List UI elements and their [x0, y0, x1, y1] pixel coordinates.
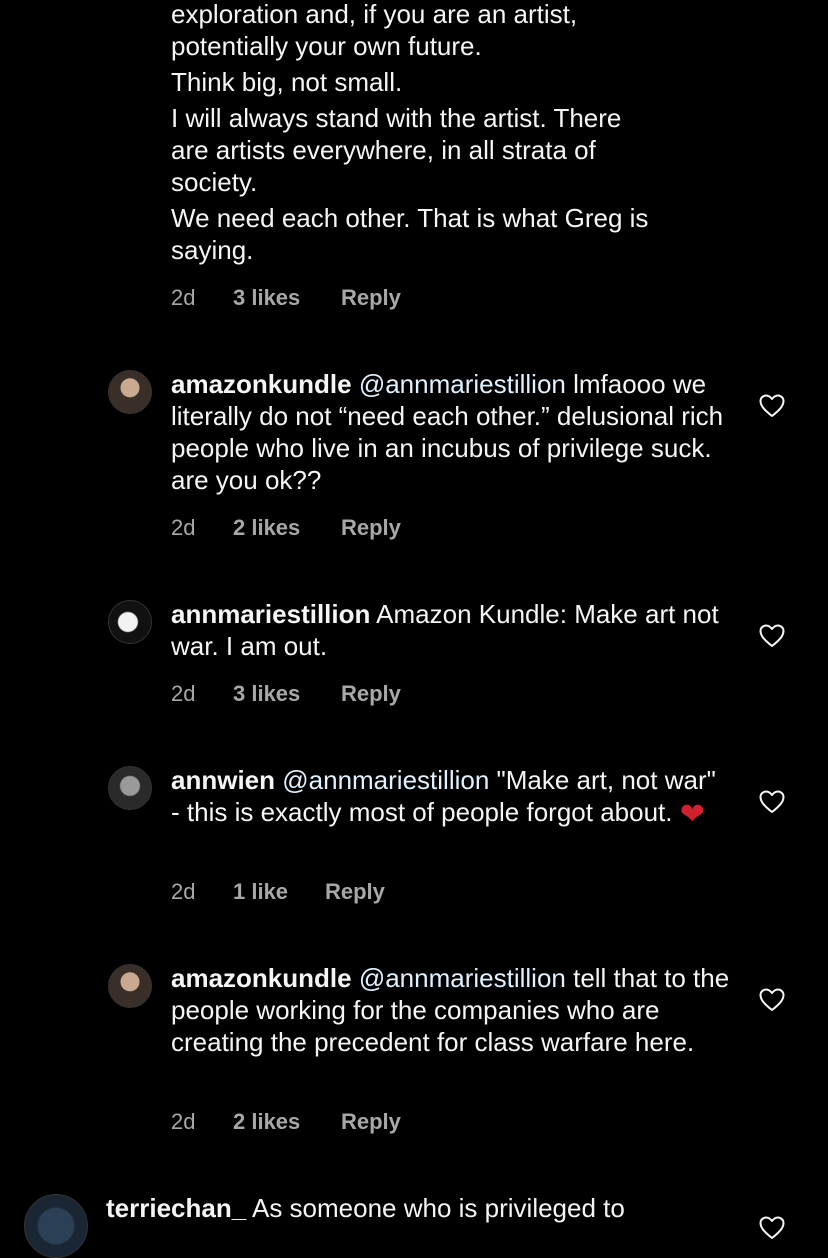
heart-outline-icon: [759, 1216, 785, 1239]
comment-text: annmariestillion Amazon Kundle: Make art…: [171, 598, 731, 662]
likes-count[interactable]: 2 likes: [233, 1109, 300, 1135]
comment-body-text: As someone who is privileged to: [246, 1193, 625, 1223]
comment-mention[interactable]: @annmariestillion: [282, 765, 489, 795]
avatar[interactable]: [108, 964, 152, 1008]
comment-line: society.: [171, 167, 258, 197]
comment-line: potentially your own future.: [171, 31, 482, 61]
comment-time: 2d: [171, 515, 196, 540]
avatar[interactable]: [24, 1194, 88, 1258]
reply-button[interactable]: Reply: [341, 285, 401, 311]
heart-outline-icon: [759, 790, 785, 813]
like-button[interactable]: [759, 790, 785, 814]
comment-line: We need each other. That is what Greg is: [171, 203, 649, 233]
comment-line: Think big, not small.: [171, 67, 403, 97]
comment-text: terriechan_ As someone who is privileged…: [106, 1192, 746, 1224]
comment-username[interactable]: amazonkundle: [171, 963, 352, 993]
comment-time: 2d: [171, 285, 196, 310]
reply-button[interactable]: Reply: [341, 515, 401, 541]
like-button[interactable]: [759, 624, 785, 648]
comment-line: saying.: [171, 235, 254, 265]
like-button[interactable]: [759, 394, 785, 418]
comment-text: amazonkundle @annmariestillion lmfaooo w…: [171, 368, 731, 496]
comment-username[interactable]: annwien: [171, 765, 275, 795]
comment-time: 2d: [171, 879, 196, 904]
reply-button[interactable]: Reply: [325, 879, 385, 905]
like-button[interactable]: [759, 1216, 785, 1240]
avatar[interactable]: [108, 370, 152, 414]
comment-text: annwien @annmariestillion "Make art, not…: [171, 764, 731, 831]
comment-time: 2d: [171, 681, 196, 706]
like-button[interactable]: [759, 988, 785, 1012]
comment-username[interactable]: annmariestillion: [171, 599, 370, 629]
heart-outline-icon: [759, 624, 785, 647]
comment-line: are artists everywhere, in all strata of: [171, 135, 596, 165]
comment-username[interactable]: terriechan_: [106, 1193, 246, 1223]
reply-button[interactable]: Reply: [341, 1109, 401, 1135]
comment-line: I will always stand with the artist. The…: [171, 103, 622, 133]
likes-count[interactable]: 3 likes: [233, 681, 300, 707]
likes-count[interactable]: 1 like: [233, 879, 288, 905]
avatar[interactable]: [108, 600, 152, 644]
reply-button[interactable]: Reply: [341, 681, 401, 707]
avatar[interactable]: [108, 766, 152, 810]
likes-count[interactable]: 2 likes: [233, 515, 300, 541]
heart-outline-icon: [759, 394, 785, 417]
comment-text: amazonkundle @annmariestillion tell that…: [171, 962, 731, 1058]
comment-line: exploration and, if you are an artist,: [171, 0, 578, 29]
comment-username[interactable]: amazonkundle: [171, 369, 352, 399]
comment-time: 2d: [171, 1109, 196, 1134]
heart-outline-icon: [759, 988, 785, 1011]
likes-count[interactable]: 3 likes: [233, 285, 300, 311]
comment-mention[interactable]: @annmariestillion: [359, 369, 566, 399]
red-heart-emoji: ❤: [679, 798, 705, 831]
comment-mention[interactable]: @annmariestillion: [359, 963, 566, 993]
